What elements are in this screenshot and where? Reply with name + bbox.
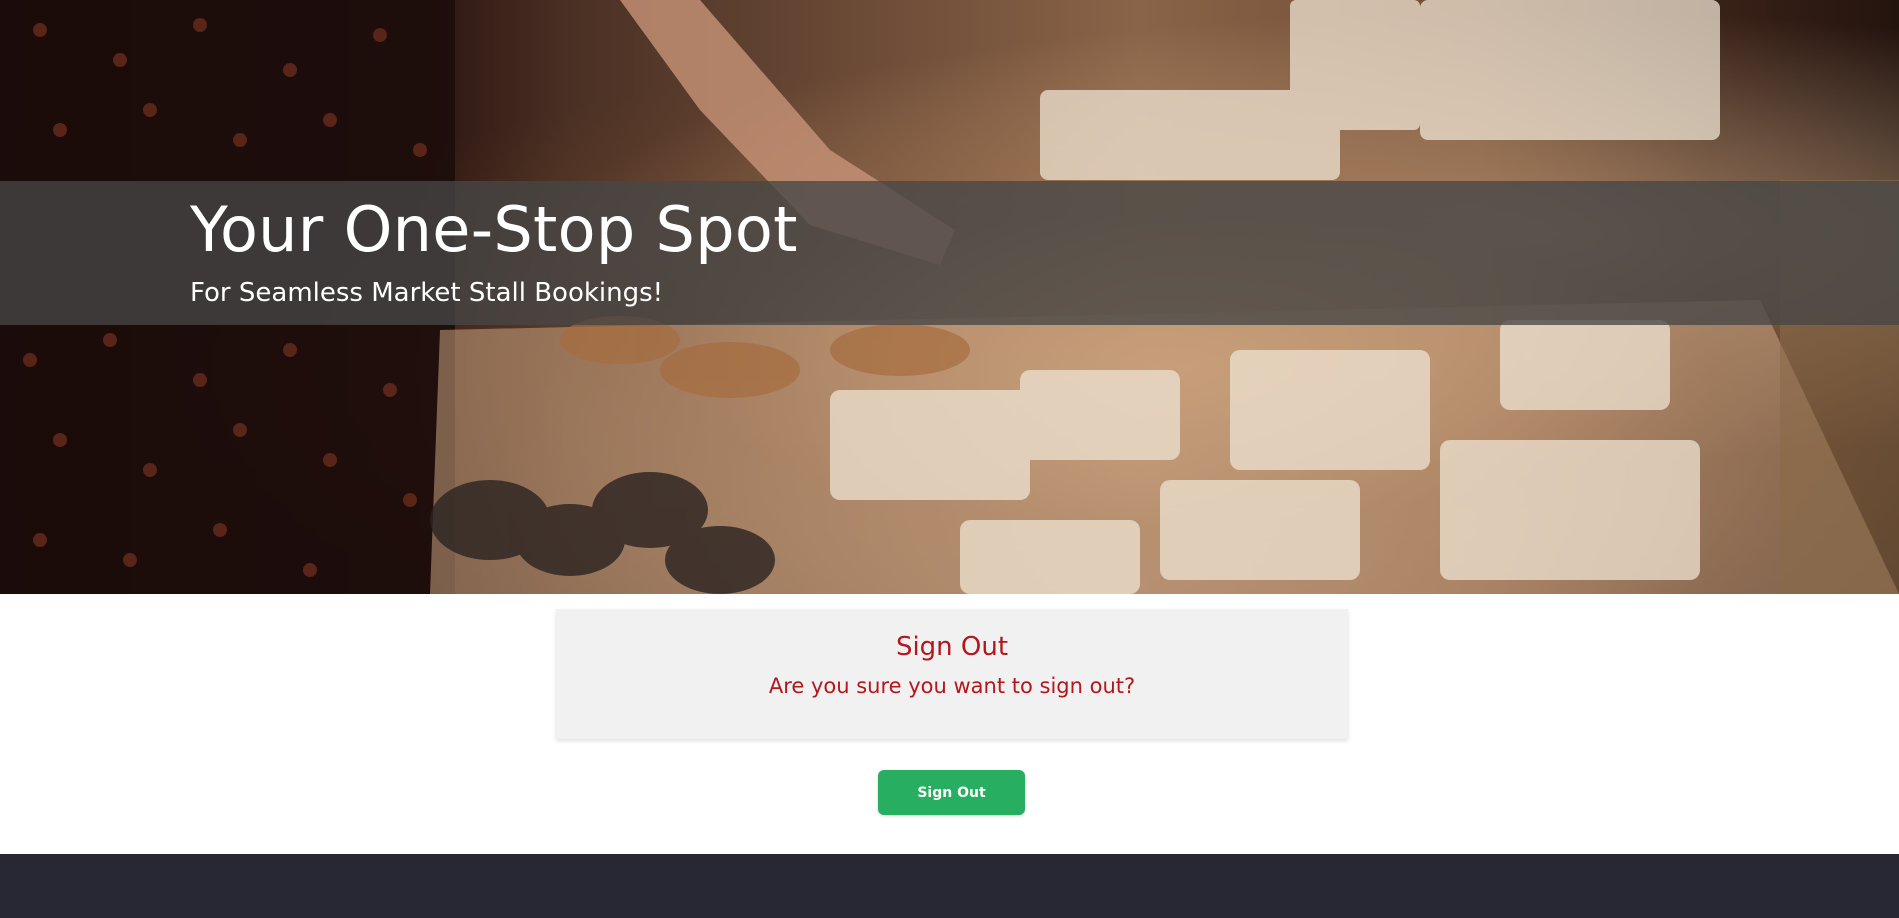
signout-confirmation-message: Are you sure you want to sign out? [768,674,1136,698]
hero-banner: Your One-Stop Spot For Seamless Market S… [0,0,1899,594]
sign-out-button[interactable]: Sign Out [878,770,1025,815]
signout-card: Sign Out Are you sure you want to sign o… [556,609,1348,739]
signout-card-title: Sign Out [895,632,1009,662]
hero-title: Your One-Stop Spot [190,193,798,266]
hero-subtitle: For Seamless Market Stall Bookings! [190,278,664,308]
page-footer [0,854,1899,918]
